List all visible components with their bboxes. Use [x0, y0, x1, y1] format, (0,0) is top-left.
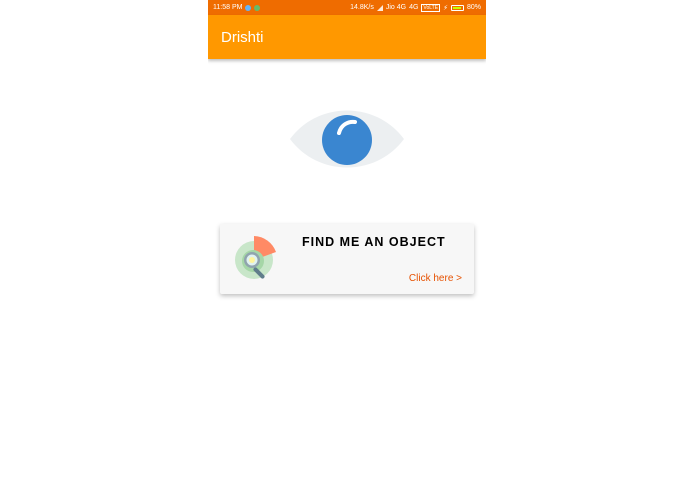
network-speed: 14.8K/s	[350, 4, 374, 11]
battery-icon	[450, 4, 464, 11]
notification-icon	[254, 4, 261, 11]
find-object-card[interactable]: FIND ME AN OBJECT Click here >	[220, 224, 474, 294]
status-bar: 11:58 PM 14.8K/s Jio 4G 4G VoLTE ⚡ 80%	[208, 0, 486, 15]
phone-screen: 11:58 PM 14.8K/s Jio 4G 4G VoLTE ⚡ 80% D…	[208, 0, 486, 494]
app-title: Drishti	[221, 28, 264, 46]
charging-icon: ⚡	[443, 4, 448, 12]
app-bar: Drishti	[208, 15, 486, 59]
signal-icon	[376, 4, 383, 11]
network-type: 4G	[409, 4, 419, 11]
status-right: 14.8K/s Jio 4G 4G VoLTE ⚡ 80%	[350, 3, 481, 12]
battery-level: 80%	[466, 4, 481, 11]
card-title: FIND ME AN OBJECT	[302, 235, 446, 249]
carrier-name: Jio 4G	[385, 4, 407, 11]
status-left: 11:58 PM	[213, 4, 261, 11]
eye-icon	[288, 103, 406, 175]
search-object-icon	[232, 234, 278, 284]
volte-icon: VoLTE	[421, 3, 441, 12]
status-time: 11:58 PM	[213, 4, 243, 11]
click-here-link[interactable]: Click here >	[409, 273, 462, 284]
notification-icon	[245, 4, 252, 11]
